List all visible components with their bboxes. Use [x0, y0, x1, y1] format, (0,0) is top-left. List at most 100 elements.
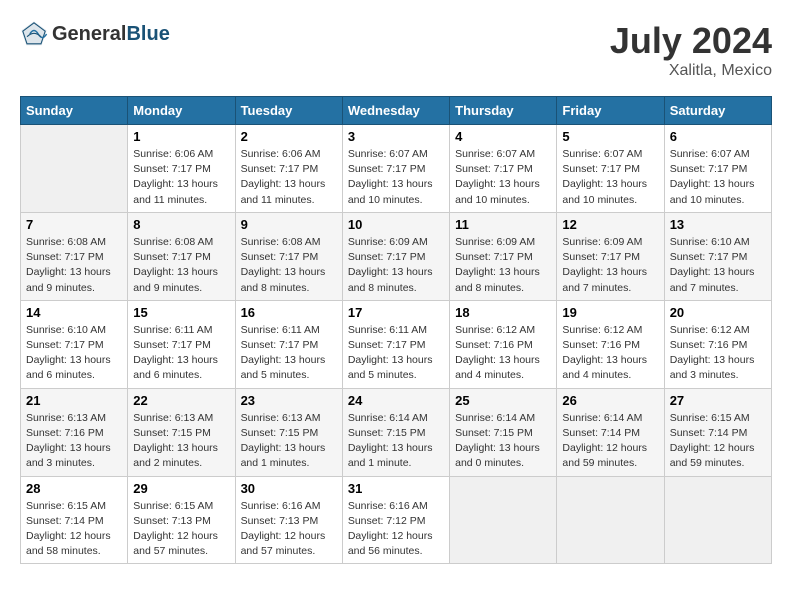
calendar-cell: 9 Sunrise: 6:08 AMSunset: 7:17 PMDaylight… — [235, 212, 342, 300]
day-info: Sunrise: 6:07 AMSunset: 7:17 PMDaylight:… — [670, 147, 766, 208]
day-number: 6 — [670, 129, 766, 144]
day-info: Sunrise: 6:13 AMSunset: 7:16 PMDaylight:… — [26, 411, 122, 472]
day-info: Sunrise: 6:12 AMSunset: 7:16 PMDaylight:… — [670, 323, 766, 384]
day-info: Sunrise: 6:08 AMSunset: 7:17 PMDaylight:… — [133, 235, 229, 296]
day-number: 10 — [348, 217, 444, 232]
day-info: Sunrise: 6:07 AMSunset: 7:17 PMDaylight:… — [455, 147, 551, 208]
calendar-cell: 8Sunrise: 6:08 AMSunset: 7:17 PMDaylight… — [128, 212, 235, 300]
logo-general: General — [52, 23, 126, 45]
calendar-location: Xalitla, Mexico — [610, 62, 772, 80]
calendar-cell: 19 Sunrise: 6:12 AMSunset: 7:16 PMDayligh… — [557, 300, 664, 388]
day-number: 14 — [26, 305, 122, 320]
page-header: GeneralBlue July 2024 Xalitla, Mexico — [20, 20, 772, 80]
day-number: 30 — [241, 481, 337, 496]
day-number: 17 — [348, 305, 444, 320]
day-number: 26 — [562, 393, 658, 408]
day-number: 21 — [26, 393, 122, 408]
weekday-header-thursday: Thursday — [450, 97, 557, 125]
logo-text: GeneralBlue — [52, 23, 170, 46]
calendar-cell: 17Sunrise: 6:11 AMSunset: 7:17 PMDayligh… — [342, 300, 449, 388]
day-info: Sunrise: 6:08 AMSunset: 7:17 PMDaylight:… — [241, 235, 337, 296]
day-info: Sunrise: 6:14 AMSunset: 7:15 PMDaylight:… — [348, 411, 444, 472]
day-number: 11 — [455, 217, 551, 232]
calendar-title: July 2024 — [610, 20, 772, 62]
week-row-5: 28 Sunrise: 6:15 AMSunset: 7:14 PMDayligh… — [21, 476, 772, 564]
day-number: 19 — [562, 305, 658, 320]
calendar-cell: 31 Sunrise: 6:16 AMSunset: 7:12 PMDayligh… — [342, 476, 449, 564]
calendar-cell: 20 Sunrise: 6:12 AMSunset: 7:16 PMDayligh… — [664, 300, 771, 388]
calendar-cell: 4 Sunrise: 6:07 AMSunset: 7:17 PMDaylight… — [450, 125, 557, 213]
weekday-header-sunday: Sunday — [21, 97, 128, 125]
calendar-cell: 24 Sunrise: 6:14 AMSunset: 7:15 PMDayligh… — [342, 388, 449, 476]
day-info: Sunrise: 6:14 AMSunset: 7:15 PMDaylight:… — [455, 411, 551, 472]
day-info: Sunrise: 6:15 AMSunset: 7:14 PMDaylight:… — [26, 499, 122, 560]
day-info: Sunrise: 6:09 AMSunset: 7:17 PMDaylight:… — [348, 235, 444, 296]
day-info: Sunrise: 6:08 AMSunset: 7:17 PMDaylight:… — [26, 235, 122, 296]
day-number: 3 — [348, 129, 444, 144]
weekday-header-tuesday: Tuesday — [235, 97, 342, 125]
calendar-cell: 25 Sunrise: 6:14 AMSunset: 7:15 PMDayligh… — [450, 388, 557, 476]
day-number: 22 — [133, 393, 229, 408]
day-info: Sunrise: 6:06 AMSunset: 7:17 PMDaylight:… — [133, 147, 229, 208]
logo-blue: Blue — [126, 23, 169, 45]
day-info: Sunrise: 6:10 AMSunset: 7:17 PMDaylight:… — [26, 323, 122, 384]
day-info: Sunrise: 6:14 AMSunset: 7:14 PMDaylight:… — [562, 411, 658, 472]
calendar-cell: 22 Sunrise: 6:13 AMSunset: 7:15 PMDayligh… — [128, 388, 235, 476]
day-info: Sunrise: 6:09 AMSunset: 7:17 PMDaylight:… — [562, 235, 658, 296]
day-info: Sunrise: 6:15 AMSunset: 7:14 PMDaylight:… — [670, 411, 766, 472]
day-number: 18 — [455, 305, 551, 320]
day-number: 29 — [133, 481, 229, 496]
weekday-header-monday: Monday — [128, 97, 235, 125]
logo: GeneralBlue — [20, 20, 170, 48]
day-info: Sunrise: 6:16 AMSunset: 7:12 PMDaylight:… — [348, 499, 444, 560]
calendar-cell: 30 Sunrise: 6:16 AMSunset: 7:13 PMDayligh… — [235, 476, 342, 564]
calendar-cell: 26 Sunrise: 6:14 AMSunset: 7:14 PMDayligh… — [557, 388, 664, 476]
calendar-cell: 11 Sunrise: 6:09 AMSunset: 7:17 PMDayligh… — [450, 212, 557, 300]
day-number: 27 — [670, 393, 766, 408]
calendar-cell: 29Sunrise: 6:15 AMSunset: 7:13 PMDayligh… — [128, 476, 235, 564]
calendar-cell: 21 Sunrise: 6:13 AMSunset: 7:16 PMDayligh… — [21, 388, 128, 476]
day-number: 7 — [26, 217, 122, 232]
week-row-3: 14 Sunrise: 6:10 AMSunset: 7:17 PMDayligh… — [21, 300, 772, 388]
day-number: 2 — [241, 129, 337, 144]
logo-icon — [20, 20, 48, 48]
weekday-header-saturday: Saturday — [664, 97, 771, 125]
calendar-cell: 12Sunrise: 6:09 AMSunset: 7:17 PMDayligh… — [557, 212, 664, 300]
day-info: Sunrise: 6:11 AMSunset: 7:17 PMDaylight:… — [241, 323, 337, 384]
calendar-cell — [21, 125, 128, 213]
calendar-cell: 28 Sunrise: 6:15 AMSunset: 7:14 PMDayligh… — [21, 476, 128, 564]
calendar-cell: 15 Sunrise: 6:11 AMSunset: 7:17 PMDayligh… — [128, 300, 235, 388]
calendar-cell: 1Sunrise: 6:06 AMSunset: 7:17 PMDaylight… — [128, 125, 235, 213]
day-info: Sunrise: 6:12 AMSunset: 7:16 PMDaylight:… — [562, 323, 658, 384]
weekday-header-friday: Friday — [557, 97, 664, 125]
day-info: Sunrise: 6:13 AMSunset: 7:15 PMDaylight:… — [241, 411, 337, 472]
calendar-cell: 18Sunrise: 6:12 AMSunset: 7:16 PMDayligh… — [450, 300, 557, 388]
day-number: 5 — [562, 129, 658, 144]
day-info: Sunrise: 6:06 AMSunset: 7:17 PMDaylight:… — [241, 147, 337, 208]
day-info: Sunrise: 6:07 AMSunset: 7:17 PMDaylight:… — [562, 147, 658, 208]
calendar-cell: 16Sunrise: 6:11 AMSunset: 7:17 PMDayligh… — [235, 300, 342, 388]
day-number: 25 — [455, 393, 551, 408]
week-row-1: 1Sunrise: 6:06 AMSunset: 7:17 PMDaylight… — [21, 125, 772, 213]
week-row-2: 7 Sunrise: 6:08 AMSunset: 7:17 PMDaylight… — [21, 212, 772, 300]
day-info: Sunrise: 6:16 AMSunset: 7:13 PMDaylight:… — [241, 499, 337, 560]
day-number: 20 — [670, 305, 766, 320]
day-number: 31 — [348, 481, 444, 496]
day-number: 9 — [241, 217, 337, 232]
day-info: Sunrise: 6:09 AMSunset: 7:17 PMDaylight:… — [455, 235, 551, 296]
calendar-cell: 6 Sunrise: 6:07 AMSunset: 7:17 PMDaylight… — [664, 125, 771, 213]
day-info: Sunrise: 6:13 AMSunset: 7:15 PMDaylight:… — [133, 411, 229, 472]
day-info: Sunrise: 6:11 AMSunset: 7:17 PMDaylight:… — [133, 323, 229, 384]
calendar-cell — [557, 476, 664, 564]
calendar-table: SundayMondayTuesdayWednesdayThursdayFrid… — [20, 96, 772, 564]
calendar-cell: 2 Sunrise: 6:06 AMSunset: 7:17 PMDaylight… — [235, 125, 342, 213]
calendar-cell — [450, 476, 557, 564]
day-info: Sunrise: 6:07 AMSunset: 7:17 PMDaylight:… — [348, 147, 444, 208]
day-number: 4 — [455, 129, 551, 144]
day-number: 28 — [26, 481, 122, 496]
day-number: 15 — [133, 305, 229, 320]
weekday-header-row: SundayMondayTuesdayWednesdayThursdayFrid… — [21, 97, 772, 125]
week-row-4: 21 Sunrise: 6:13 AMSunset: 7:16 PMDayligh… — [21, 388, 772, 476]
day-number: 24 — [348, 393, 444, 408]
day-info: Sunrise: 6:10 AMSunset: 7:17 PMDaylight:… — [670, 235, 766, 296]
